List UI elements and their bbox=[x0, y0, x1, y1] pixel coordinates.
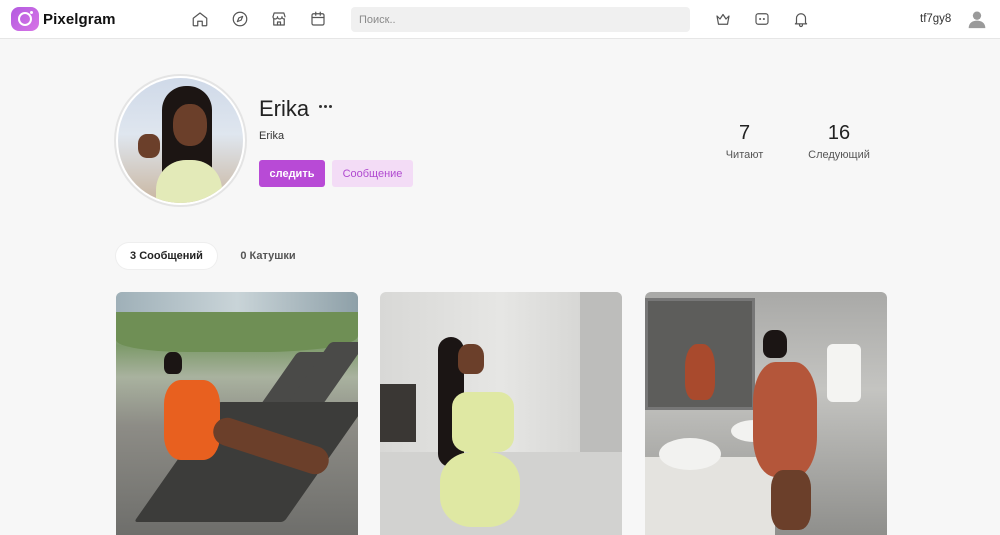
chat-icon[interactable] bbox=[753, 10, 771, 28]
user-icon[interactable] bbox=[967, 9, 987, 29]
profile-handle: Erika bbox=[259, 130, 285, 142]
follow-button[interactable]: следить bbox=[259, 160, 325, 187]
post-thumbnail-1[interactable] bbox=[116, 292, 358, 535]
bell-icon[interactable] bbox=[792, 10, 810, 28]
app-logo[interactable]: Pixelgram bbox=[11, 7, 116, 31]
following-count: 16 bbox=[827, 122, 851, 144]
followers-count: 7 bbox=[738, 122, 751, 144]
tab-posts[interactable]: 3 Сообщений bbox=[116, 243, 217, 269]
search-input[interactable] bbox=[351, 7, 690, 32]
camera-icon bbox=[11, 7, 39, 31]
post-thumbnail-3[interactable] bbox=[645, 292, 887, 535]
message-button[interactable]: Сообщение bbox=[332, 160, 413, 187]
calendar-icon[interactable] bbox=[309, 10, 327, 28]
more-options-icon[interactable] bbox=[316, 99, 334, 113]
post-thumbnail-2[interactable] bbox=[380, 292, 622, 535]
followers-label: Читают bbox=[725, 149, 764, 161]
following-stat[interactable]: 16 Следующий bbox=[806, 122, 872, 161]
following-label: Следующий bbox=[808, 149, 870, 161]
current-username[interactable]: tf7gy8 bbox=[920, 13, 951, 25]
profile-name: Erika bbox=[259, 96, 310, 121]
app-name: Pixelgram bbox=[43, 10, 116, 28]
profile-avatar[interactable] bbox=[114, 74, 247, 207]
tab-reels[interactable]: 0 Катушки bbox=[229, 243, 307, 269]
top-navbar: Pixelgram tf7gy8 bbox=[0, 0, 1000, 39]
home-icon[interactable] bbox=[191, 10, 209, 28]
crown-icon[interactable] bbox=[714, 10, 732, 28]
followers-stat[interactable]: 7 Читают bbox=[722, 122, 767, 161]
avatar-photo bbox=[118, 78, 243, 203]
compass-icon[interactable] bbox=[231, 10, 249, 28]
store-icon[interactable] bbox=[270, 10, 288, 28]
